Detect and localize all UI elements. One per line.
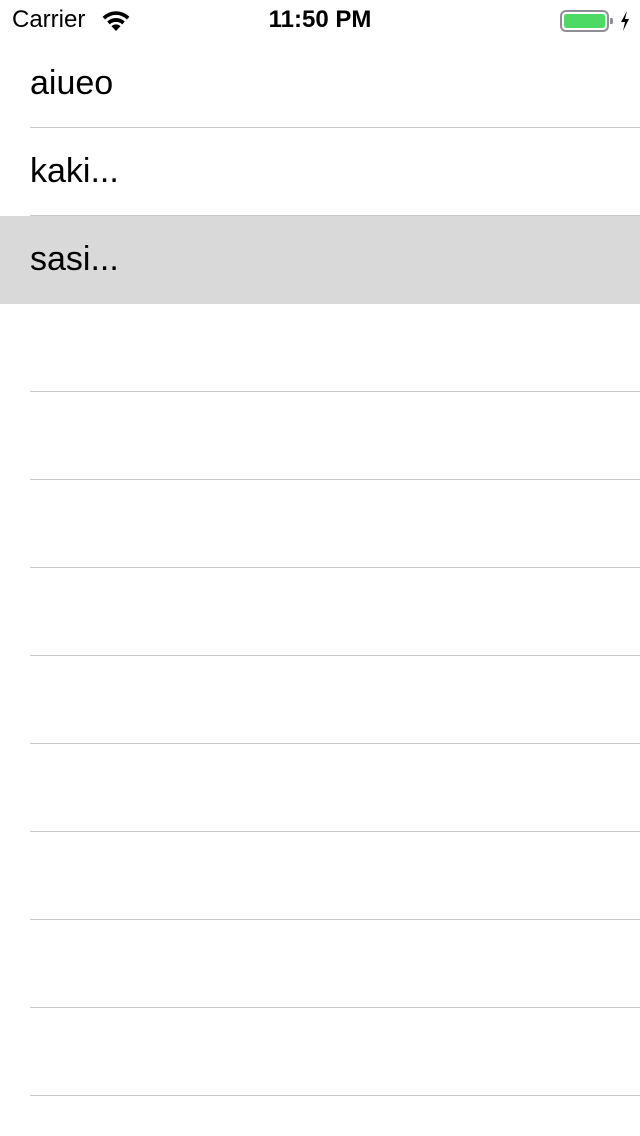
table-row[interactable] — [0, 832, 640, 920]
table-row[interactable] — [0, 656, 640, 744]
table-row-selected[interactable]: sasi... — [0, 216, 640, 304]
table-row[interactable] — [0, 920, 640, 1008]
status-bar: Carrier 11:50 PM — [0, 0, 640, 40]
table-row[interactable]: kaki... — [0, 128, 640, 216]
screen: Carrier 11:50 PM aiueo kaki... sasi... — [0, 0, 640, 1136]
table-row[interactable] — [0, 568, 640, 656]
table-row[interactable] — [0, 304, 640, 392]
table-view[interactable]: aiueo kaki... sasi... — [0, 40, 640, 1136]
table-row[interactable] — [0, 480, 640, 568]
table-row[interactable] — [0, 1008, 640, 1096]
row-label: sasi... — [30, 240, 119, 278]
charging-bolt-icon — [621, 11, 629, 31]
table-row[interactable] — [0, 744, 640, 832]
table-row[interactable] — [0, 392, 640, 480]
clock: 11:50 PM — [268, 6, 372, 33]
battery-icon — [560, 10, 613, 32]
row-label: aiueo — [30, 64, 114, 102]
table-row[interactable] — [0, 1096, 640, 1136]
row-label: kaki... — [30, 152, 119, 190]
table-row[interactable]: aiueo — [0, 40, 640, 128]
